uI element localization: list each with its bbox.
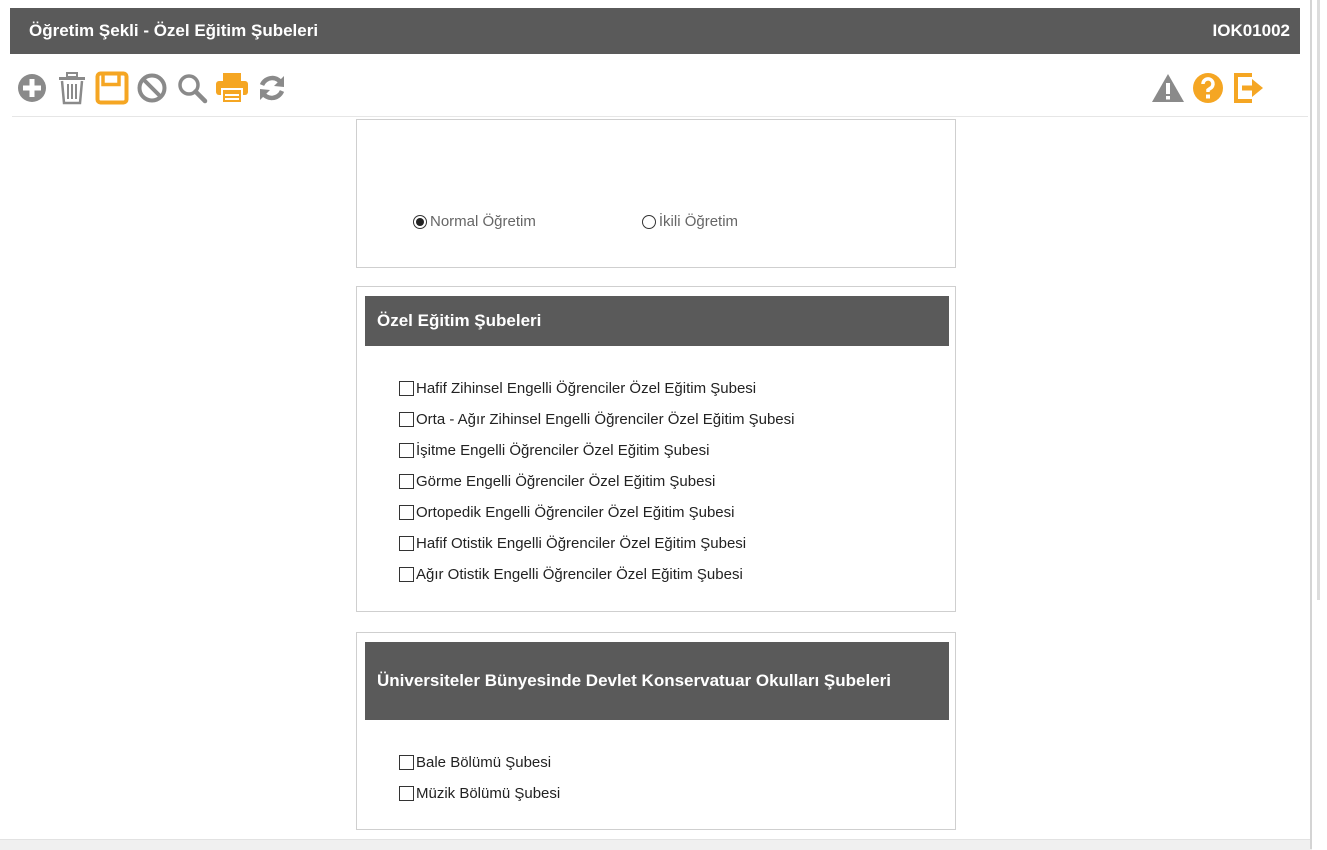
- checkbox[interactable]: [399, 536, 414, 551]
- special-education-list: Hafif Zihinsel Engelli Öğrenciler Özel E…: [399, 373, 794, 590]
- radio-ikili-ogretim[interactable]: İkili Öğretim: [641, 213, 739, 230]
- print-button[interactable]: [212, 64, 252, 112]
- checkbox[interactable]: [399, 381, 414, 396]
- trash-icon: [59, 72, 85, 105]
- cancel-icon: [137, 73, 167, 103]
- search-button[interactable]: [172, 64, 212, 112]
- bottom-scrollbar[interactable]: [0, 839, 1312, 850]
- checkbox-label: Ortopedik Engelli Öğrenciler Özel Eğitim…: [416, 504, 735, 521]
- warning-icon: [1152, 74, 1184, 102]
- search-icon: [178, 74, 208, 104]
- window-title: Öğretim Şekli - Özel Eğitim Şubeleri: [29, 21, 319, 40]
- checkbox[interactable]: [399, 505, 414, 520]
- list-item[interactable]: Bale Bölümü Şubesi: [399, 747, 560, 778]
- conservatory-panel: Üniversiteler Bünyesinde Devlet Konserva…: [356, 632, 956, 830]
- save-button[interactable]: [92, 64, 132, 112]
- checkbox[interactable]: [399, 567, 414, 582]
- help-button[interactable]: [1188, 64, 1228, 112]
- list-item[interactable]: Ağır Otistik Engelli Öğrenciler Özel Eği…: [399, 559, 794, 590]
- refresh-icon: [259, 75, 285, 101]
- list-item[interactable]: Hafif Zihinsel Engelli Öğrenciler Özel E…: [399, 373, 794, 404]
- help-icon: [1193, 73, 1223, 103]
- refresh-button[interactable]: [252, 64, 292, 112]
- checkbox-label: Hafif Zihinsel Engelli Öğrenciler Özel E…: [416, 380, 757, 397]
- radio-label: İkili Öğretim: [658, 213, 739, 230]
- checkbox[interactable]: [399, 786, 414, 801]
- vertical-scrollbar[interactable]: [1312, 0, 1327, 849]
- add-button[interactable]: [12, 64, 52, 112]
- warning-button[interactable]: [1148, 64, 1188, 112]
- app-frame: Öğretim Şekli - Özel Eğitim Şubeleri IOK…: [0, 0, 1312, 850]
- toolbar-divider: [12, 116, 1308, 117]
- checkbox-label: Ağır Otistik Engelli Öğrenciler Özel Eği…: [416, 566, 743, 583]
- add-icon: [18, 74, 46, 102]
- checkbox[interactable]: [399, 755, 414, 770]
- checkbox[interactable]: [399, 474, 414, 489]
- checkbox[interactable]: [399, 443, 414, 458]
- exit-icon: [1234, 73, 1263, 103]
- checkbox-label: Müzik Bölümü Şubesi: [416, 785, 561, 802]
- conservatory-list: Bale Bölümü Şubesi Müzik Bölümü Şubesi: [399, 747, 560, 809]
- radio-button[interactable]: [413, 214, 427, 229]
- radio-normal-ogretim[interactable]: Normal Öğretim: [413, 213, 536, 230]
- toolbar-right: [1148, 64, 1268, 112]
- save-icon: [95, 71, 129, 105]
- checkbox-label: İşitme Engelli Öğrenciler Özel Eğitim Şu…: [416, 442, 710, 459]
- checkbox-label: Hafif Otistik Engelli Öğrenciler Özel Eğ…: [416, 535, 747, 552]
- print-icon: [216, 73, 248, 104]
- list-item[interactable]: Ortopedik Engelli Öğrenciler Özel Eğitim…: [399, 497, 794, 528]
- exit-button[interactable]: [1228, 64, 1268, 112]
- list-item[interactable]: Orta - Ağır Zihinsel Engelli Öğrenciler …: [399, 404, 794, 435]
- teaching-type-radio-group: Normal Öğretim İkili Öğretim: [413, 213, 738, 230]
- scrollbar-thumb[interactable]: [1317, 0, 1320, 600]
- list-item[interactable]: Hafif Otistik Engelli Öğrenciler Özel Eğ…: [399, 528, 794, 559]
- list-item[interactable]: İşitme Engelli Öğrenciler Özel Eğitim Şu…: [399, 435, 794, 466]
- screen-code: IOK01002: [1212, 21, 1291, 40]
- cancel-button[interactable]: [132, 64, 172, 112]
- checkbox-label: Orta - Ağır Zihinsel Engelli Öğrenciler …: [416, 411, 795, 428]
- checkbox[interactable]: [399, 412, 414, 427]
- list-item[interactable]: Müzik Bölümü Şubesi: [399, 778, 560, 809]
- delete-button[interactable]: [52, 64, 92, 112]
- section-header: Üniversiteler Bünyesinde Devlet Konserva…: [365, 642, 949, 720]
- teaching-type-panel: Normal Öğretim İkili Öğretim: [356, 119, 956, 268]
- checkbox-label: Bale Bölümü Şubesi: [416, 754, 552, 771]
- radio-button[interactable]: [641, 214, 656, 229]
- special-education-panel: Özel Eğitim Şubeleri Hafif Zihinsel Enge…: [356, 286, 956, 612]
- list-item[interactable]: Görme Engelli Öğrenciler Özel Eğitim Şub…: [399, 466, 794, 497]
- title-bar: Öğretim Şekli - Özel Eğitim Şubeleri IOK…: [10, 8, 1300, 54]
- toolbar: [12, 64, 292, 112]
- radio-label: Normal Öğretim: [430, 213, 536, 230]
- section-header: Özel Eğitim Şubeleri: [365, 296, 949, 346]
- radio-selected-dot: [416, 217, 424, 226]
- checkbox-label: Görme Engelli Öğrenciler Özel Eğitim Şub…: [416, 473, 716, 490]
